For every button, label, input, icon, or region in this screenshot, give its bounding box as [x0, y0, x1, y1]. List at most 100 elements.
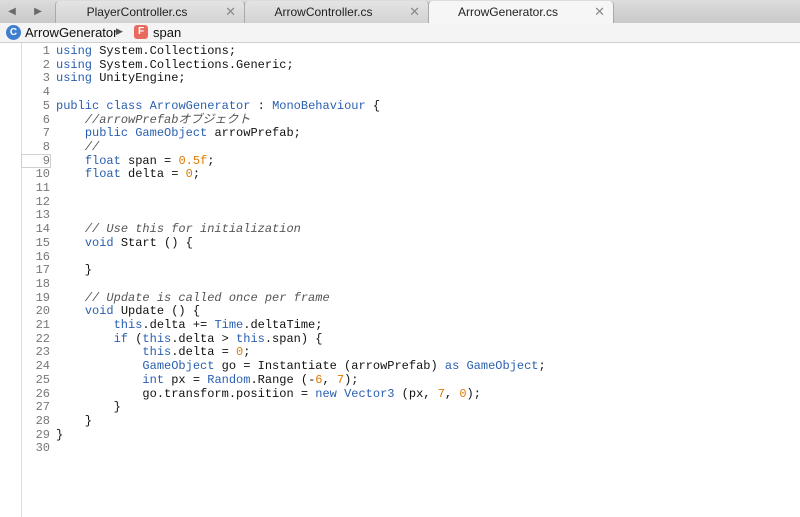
code-line[interactable]: 4 [0, 85, 800, 99]
line-number: 24 [35, 359, 50, 374]
field-icon: F [134, 25, 148, 39]
line-number: 2 [42, 57, 50, 72]
class-icon: C [6, 25, 21, 40]
line-number: 14 [35, 222, 50, 237]
line-number: 20 [35, 304, 50, 319]
code-text[interactable]: //arrowPrefabオブジェクト [56, 113, 251, 127]
close-icon[interactable]: ✕ [225, 4, 236, 20]
line-number: 8 [42, 139, 50, 154]
code-text[interactable]: public class ArrowGenerator : MonoBehavi… [56, 99, 380, 113]
code-text[interactable]: void Update () { [56, 304, 200, 318]
line-number: 21 [35, 318, 50, 332]
line-number: 13 [35, 208, 50, 223]
code-text[interactable]: } [56, 400, 121, 414]
line-number: 16 [35, 249, 50, 264]
code-text[interactable]: // Update is called once per frame [56, 291, 330, 305]
tab-arrowgenerator[interactable]: ArrowGenerator.cs ✕ [428, 1, 614, 24]
code-line[interactable]: 10 float delta = 0; [0, 167, 800, 181]
line-number: 10 [35, 167, 50, 182]
code-text[interactable]: public GameObject arrowPrefab; [56, 126, 301, 140]
code-line[interactable]: 3 using UnityEngine; [0, 71, 800, 85]
line-number: 25 [35, 372, 50, 387]
code-line[interactable]: 19 // Update is called once per frame [0, 291, 800, 305]
chevron-right-icon[interactable]: ▶ [26, 0, 50, 23]
code-line[interactable]: 23 this.delta = 0; [0, 345, 800, 359]
code-line[interactable]: 28 } [0, 414, 800, 428]
line-number: 5 [42, 98, 50, 113]
code-line[interactable]: 16 [0, 250, 800, 264]
code-text[interactable]: float delta = 0; [56, 167, 200, 181]
code-editor[interactable]: 1 using System.Collections; 2 using System.… [0, 43, 800, 517]
close-icon[interactable]: ✕ [594, 4, 605, 20]
line-number: 4 [42, 85, 50, 100]
chevron-left-icon[interactable]: ◀ [0, 0, 24, 23]
code-text[interactable]: } [56, 263, 92, 277]
code-text[interactable]: } [56, 428, 63, 442]
line-number: 9 [42, 153, 50, 168]
code-line[interactable]: 30 [0, 441, 800, 455]
code-text[interactable]: using System.Collections.Generic; [56, 58, 294, 72]
breadcrumb-field[interactable]: span [153, 25, 181, 40]
line-number: 1 [42, 44, 50, 58]
line-number: 18 [35, 276, 50, 291]
line-number: 22 [35, 331, 50, 346]
code-line[interactable]: 6 //arrowPrefabオブジェクト [0, 113, 800, 127]
code-line[interactable]: 12 [0, 195, 800, 209]
line-number: 27 [35, 400, 50, 415]
code-line[interactable]: 25 int px = Random.Range (-6, 7); [0, 373, 800, 387]
code-line[interactable]: 24 GameObject go = Instantiate (arrowPre… [0, 359, 800, 373]
code-line[interactable]: 2 using System.Collections.Generic; [0, 58, 800, 72]
code-line[interactable]: 21 this.delta += Time.deltaTime; [0, 318, 800, 332]
tab-arrowcontroller[interactable]: ArrowController.cs ✕ [244, 1, 429, 23]
code-text[interactable]: void Start () { [56, 236, 193, 250]
code-text[interactable]: if (this.delta > this.span) { [56, 332, 323, 346]
code-text[interactable]: using System.Collections; [56, 44, 236, 58]
line-number: 26 [35, 386, 50, 401]
tab-playercontroller[interactable]: PlayerController.cs ✕ [55, 1, 245, 23]
tab-label: ArrowController.cs [274, 5, 373, 19]
code-text[interactable]: } [56, 414, 92, 428]
line-number: 17 [35, 263, 50, 278]
code-text[interactable]: // [56, 140, 99, 154]
code-text[interactable]: float span = 0.5f; [56, 154, 215, 168]
tab-label: ArrowGenerator.cs [457, 5, 559, 19]
line-number: 19 [35, 290, 50, 305]
tab-bar: ◀ ▶ PlayerController.cs ✕ ArrowControlle… [0, 0, 800, 24]
code-line[interactable]: 15 void Start () { [0, 236, 800, 250]
code-text[interactable]: this.delta = 0; [56, 345, 250, 359]
code-text[interactable]: GameObject go = Instantiate (arrowPrefab… [56, 359, 545, 373]
code-line[interactable]: 27 } [0, 400, 800, 414]
line-number: 11 [35, 181, 50, 195]
code-line[interactable]: 18 [0, 277, 800, 291]
code-line[interactable]: 7 public GameObject arrowPrefab; [0, 126, 800, 140]
code-text[interactable]: // Use this for initialization [56, 222, 301, 236]
code-line[interactable]: 9 float span = 0.5f; [0, 153, 800, 168]
close-icon[interactable]: ✕ [409, 4, 420, 20]
line-number: 28 [35, 413, 50, 428]
code-line[interactable]: 17 } [0, 263, 800, 277]
code-line[interactable]: 14 // Use this for initialization [0, 222, 800, 236]
code-line[interactable]: 20 void Update () { [0, 304, 800, 318]
code-text[interactable]: int px = Random.Range (-6, 7); [56, 373, 358, 387]
line-number: 15 [35, 235, 50, 250]
line-number: 7 [42, 126, 50, 141]
line-number: 30 [35, 441, 50, 456]
code-line[interactable]: 5 public class ArrowGenerator : MonoBehav… [0, 99, 800, 113]
breadcrumb-class[interactable]: ArrowGenerator [25, 25, 117, 40]
code-line[interactable]: 22 if (this.delta > this.span) { [0, 332, 800, 346]
code-line[interactable]: 8 // [0, 140, 800, 154]
code-text[interactable]: using UnityEngine; [56, 71, 186, 85]
code-line[interactable]: 11 [0, 181, 800, 195]
line-number: 23 [35, 345, 50, 360]
code-text[interactable]: go.transform.position = new Vector3 (px,… [56, 387, 481, 401]
code-line[interactable]: 26 go.transform.position = new Vector3 (… [0, 387, 800, 401]
line-number: 6 [42, 112, 50, 127]
code-line[interactable]: 29} [0, 428, 800, 442]
code-text[interactable]: this.delta += Time.deltaTime; [56, 318, 323, 332]
code-line[interactable]: 1 using System.Collections; [0, 44, 800, 58]
chevron-right-icon: ▶ [116, 26, 123, 36]
line-number: 3 [42, 71, 50, 86]
tab-label: PlayerController.cs [86, 5, 188, 19]
line-number: 29 [35, 427, 50, 442]
code-line[interactable]: 13 [0, 208, 800, 222]
